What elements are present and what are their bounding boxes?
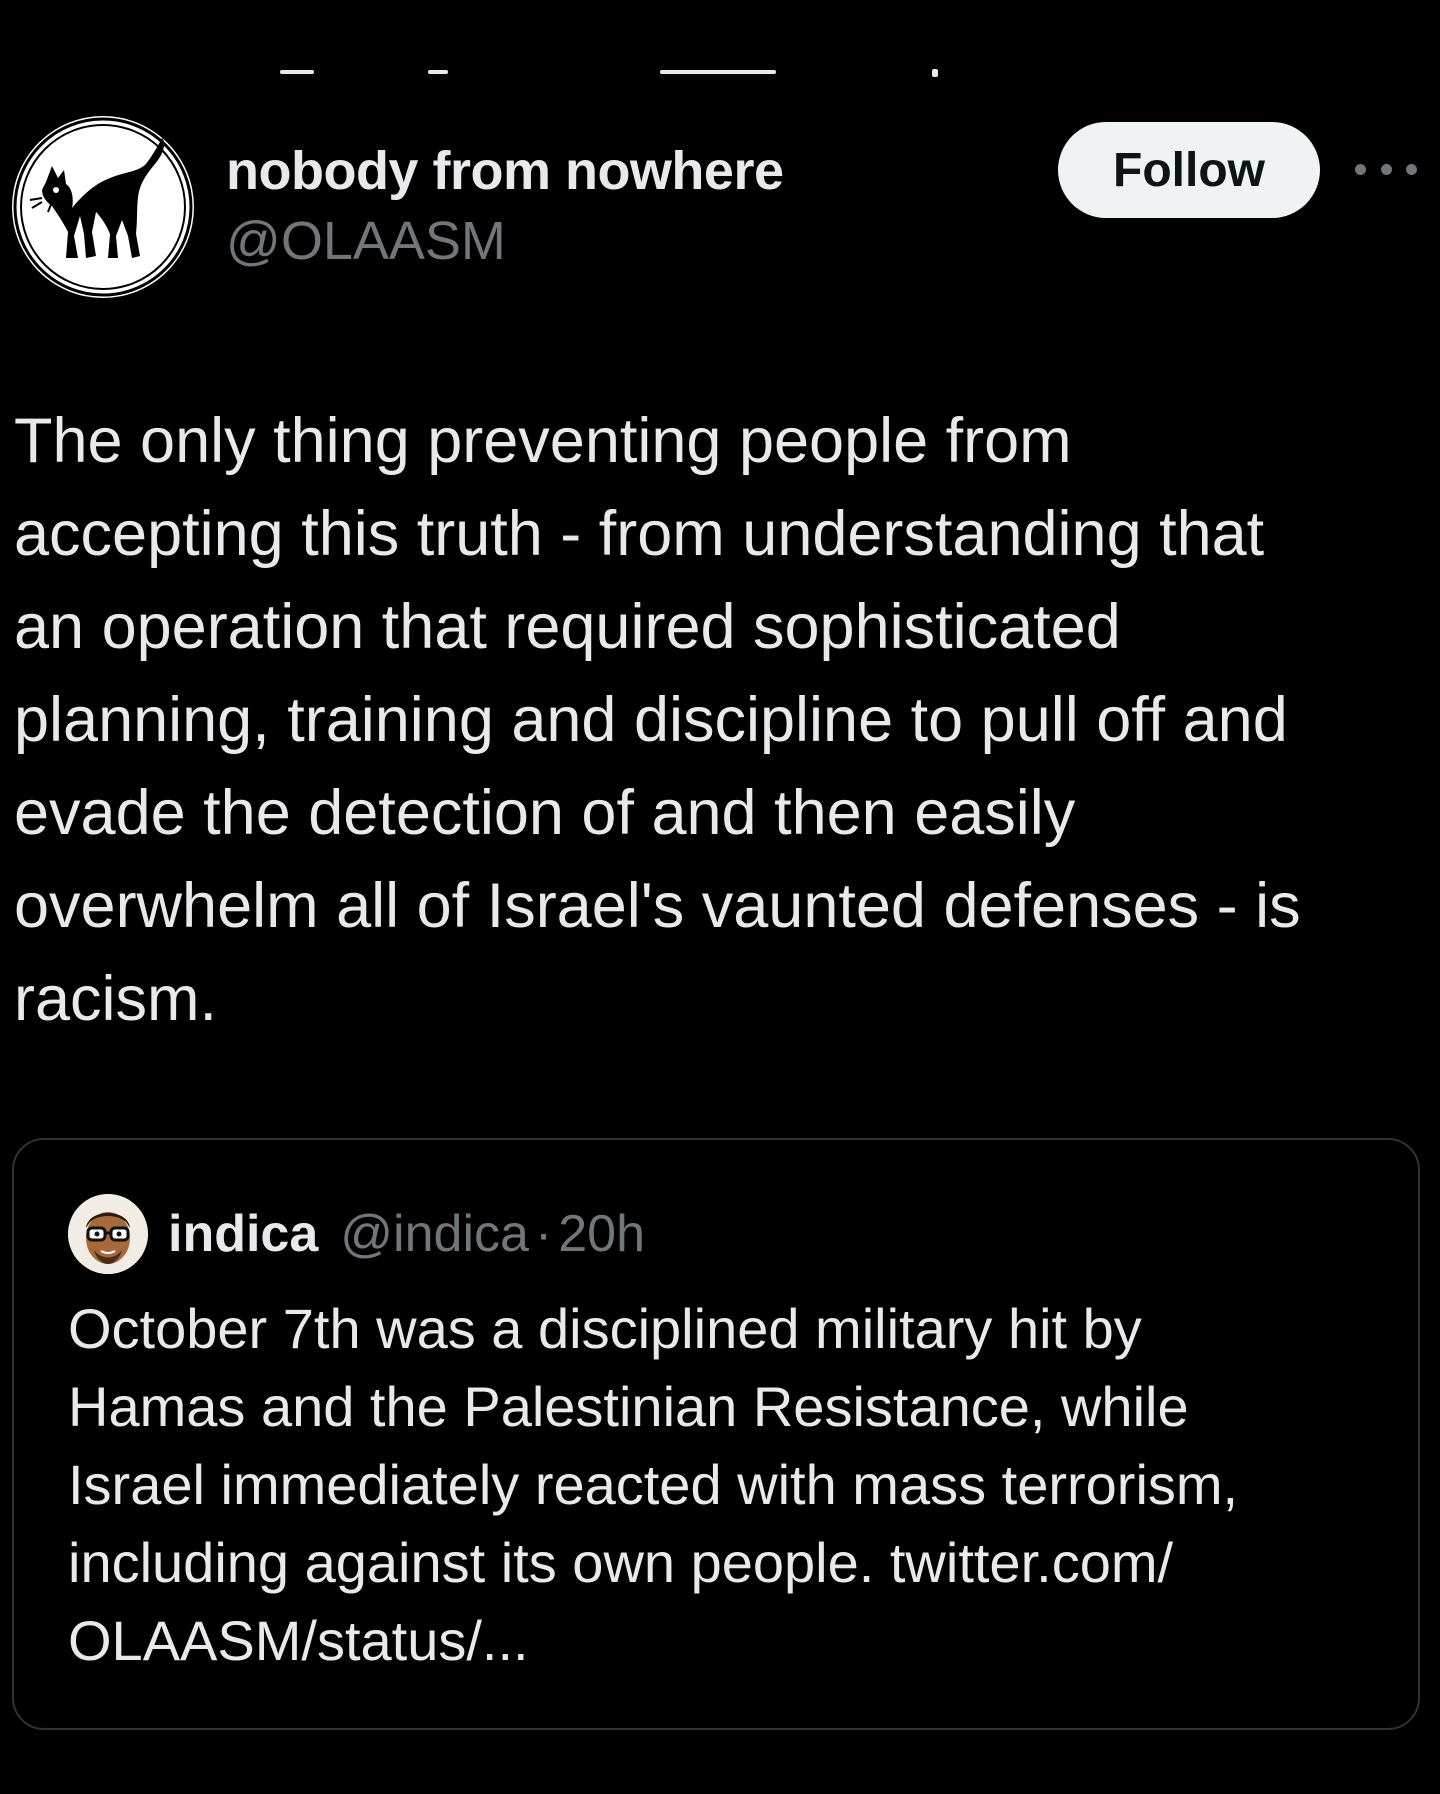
- tweet-text-line: The only thing preventing people from: [14, 406, 1072, 476]
- quoted-tweet-body-text: October 7th was a disciplined military h…: [68, 1290, 1408, 1680]
- tweet-text-line: an operation that required sophisticated: [14, 592, 1121, 662]
- tweet-text-line: planning, training and discipline to pul…: [14, 685, 1288, 755]
- follow-button[interactable]: Follow: [1058, 122, 1320, 218]
- quote-text-line: Israel immediately reacted with mass ter…: [68, 1453, 1239, 1516]
- quoted-author-display-name[interactable]: indica: [168, 1204, 318, 1264]
- quote-text-line: including against its own people. twitte…: [68, 1531, 1174, 1594]
- quoted-tweet-card[interactable]: indica @indica · 20h October 7th was a d…: [12, 1138, 1420, 1730]
- author-display-name[interactable]: nobody from nowhere: [226, 140, 784, 202]
- dot: [1355, 163, 1366, 175]
- quote-text-line: OLAASM/status/...: [68, 1609, 529, 1672]
- quoted-tweet-timestamp[interactable]: 20h: [558, 1204, 645, 1264]
- tweet-text-line: evade the detection of and then easily: [14, 778, 1076, 848]
- author-avatar[interactable]: [12, 116, 194, 298]
- black-cat-icon: [13, 117, 193, 297]
- cartoon-face-avatar: [68, 1194, 148, 1274]
- quote-text-line: Hamas and the Palestinian Resistance, wh…: [68, 1375, 1189, 1438]
- quoted-tweet-header: indica @indica · 20h: [68, 1194, 645, 1274]
- cropped-previous-text: [280, 66, 940, 78]
- quoted-author-avatar[interactable]: [68, 1194, 148, 1274]
- quote-text-line: October 7th was a disciplined military h…: [68, 1297, 1142, 1360]
- tweet-text-line: overwhelm all of Israel's vaunted defens…: [14, 871, 1301, 941]
- tweet-header: nobody from nowhere @OLAASM Follow: [0, 116, 1440, 306]
- tweet-body-text: The only thing preventing people from ac…: [14, 395, 1434, 1046]
- dot: [1406, 163, 1417, 175]
- quoted-author-handle[interactable]: @indica: [340, 1204, 529, 1264]
- dot: [1380, 163, 1392, 175]
- tweet-text-line: accepting this truth - from understandin…: [14, 499, 1265, 569]
- tweet-text-line: racism.: [14, 964, 217, 1034]
- more-options-icon[interactable]: [1355, 154, 1417, 184]
- author-handle[interactable]: @OLAASM: [226, 210, 506, 272]
- separator-dot: ·: [534, 1205, 553, 1263]
